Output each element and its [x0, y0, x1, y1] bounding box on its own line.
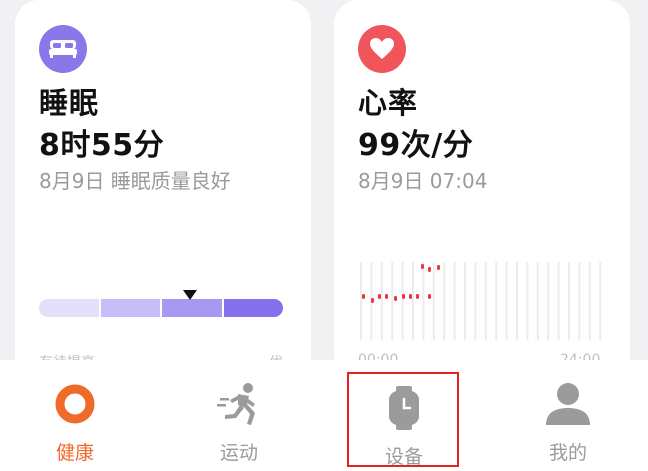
quality-segment	[160, 299, 222, 317]
heart-rate-point	[385, 294, 388, 299]
heart-rate-chart	[360, 262, 602, 340]
heart-rate-point	[437, 265, 440, 270]
device-tab-highlight	[347, 372, 459, 467]
tab-mine[interactable]: 我的	[513, 380, 623, 465]
heart-title: 心率	[358, 86, 419, 120]
tab-health[interactable]: 健康	[20, 380, 130, 465]
tab-sport[interactable]: 运动	[184, 380, 294, 465]
heart-rate-value: 99次/分	[358, 128, 474, 163]
bottom-tab-bar: 健康 运动 设备 我的	[0, 360, 648, 471]
heart-rate-point	[416, 294, 419, 299]
heart-rate-point	[409, 294, 412, 299]
health-ring-icon	[51, 380, 99, 428]
heart-rate-point	[394, 296, 397, 301]
quality-segment	[98, 299, 160, 317]
sleep-quality-bar	[39, 299, 283, 317]
heart-rate-point	[428, 267, 431, 272]
tab-health-label: 健康	[55, 442, 94, 464]
heart-rate-point	[378, 294, 381, 299]
heart-icon	[358, 25, 406, 73]
user-icon	[544, 380, 592, 428]
sleep-subtitle: 8月9日 睡眠质量良好	[39, 169, 231, 193]
heart-subtitle: 8月9日 07:04	[358, 169, 488, 193]
screen: 睡眠 8时55分 8月9日 睡眠质量良好 有待提高 优 心率 99次/分 8月9…	[0, 0, 648, 471]
sleep-title: 睡眠	[39, 86, 100, 120]
heart-rate-point	[402, 294, 405, 299]
running-icon	[215, 380, 263, 428]
sleep-card[interactable]: 睡眠 8时55分 8月9日 睡眠质量良好 有待提高 优	[15, 0, 311, 380]
quality-segment	[221, 299, 283, 317]
tab-sport-label: 运动	[219, 442, 258, 464]
heart-rate-point	[428, 294, 431, 299]
sleep-duration: 8时55分	[39, 128, 165, 163]
heart-rate-point	[362, 294, 365, 299]
heart-rate-point	[371, 298, 374, 303]
quality-pointer	[183, 290, 198, 300]
heart-rate-point	[421, 264, 424, 269]
tab-mine-label: 我的	[548, 442, 587, 464]
bed-icon	[39, 25, 87, 73]
heart-rate-card[interactable]: 心率 99次/分 8月9日 07:04 00:00 24:00	[334, 0, 630, 380]
quality-segment	[39, 299, 99, 317]
